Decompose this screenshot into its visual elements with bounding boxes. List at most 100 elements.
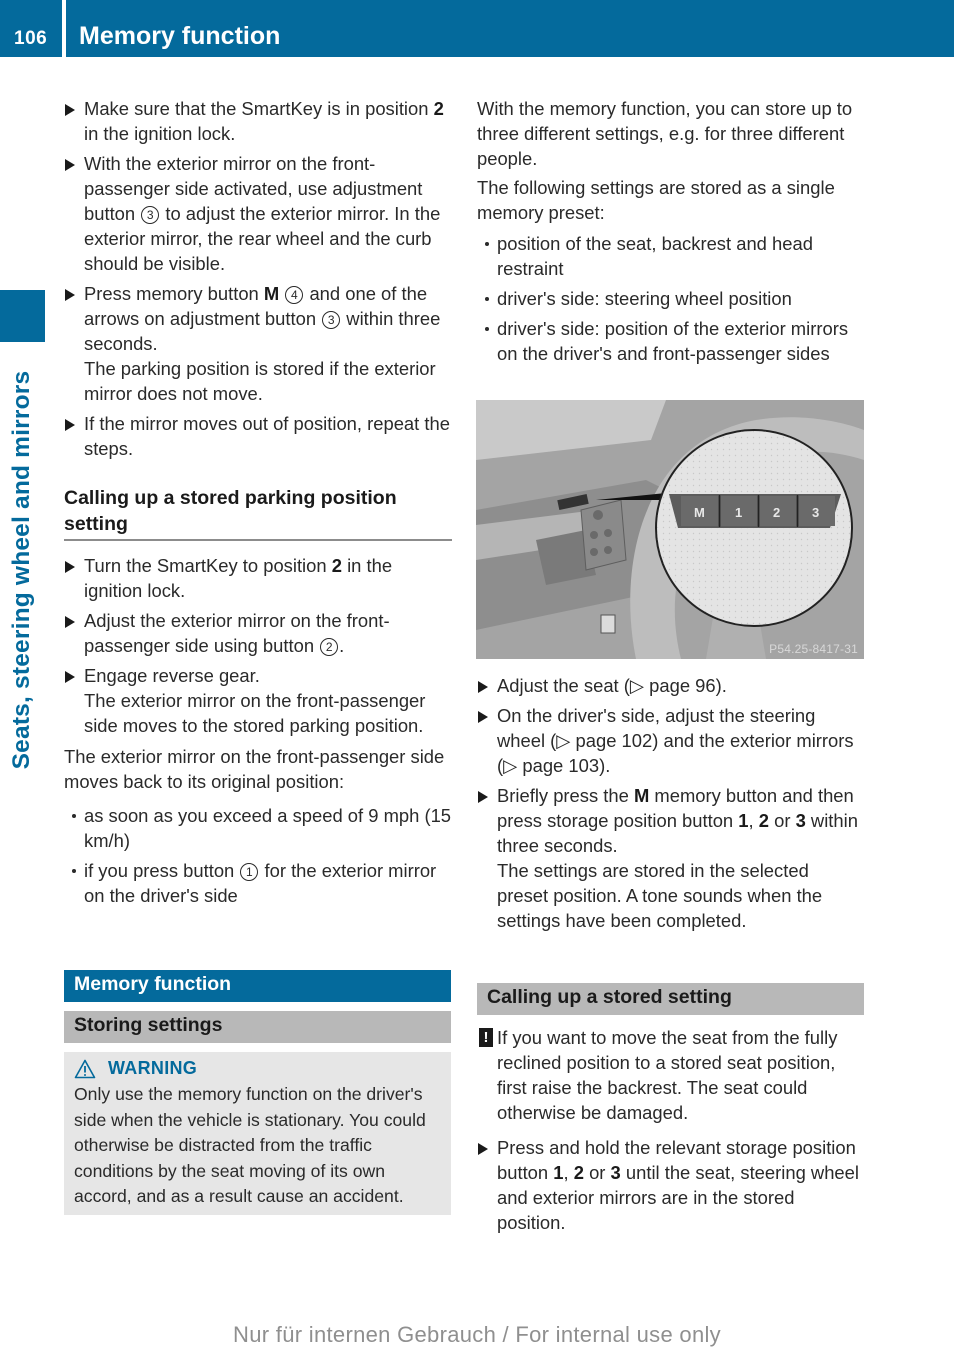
- return-intro: The exterior mirror on the front-passeng…: [64, 746, 445, 792]
- subheading-parking-recall: Calling up a stored parking position set…: [64, 485, 452, 541]
- step-arrow-icon: [65, 616, 75, 628]
- item-text: if you press button 1 for the exterior m…: [84, 860, 437, 906]
- item-text: Turn the SmartKey to position 2 in the i…: [84, 555, 393, 601]
- bullet-item: driver's side: steering wheel position: [477, 286, 865, 311]
- item-text: Press memory button M 4 and one of the a…: [84, 283, 441, 354]
- bold-value: 2: [331, 555, 342, 576]
- step-arrow-icon: [65, 159, 75, 171]
- right-column-steps: Adjust the seat (▷ page 96). On the drive…: [477, 673, 865, 938]
- instruction-step: Make sure that the SmartKey is in positi…: [64, 96, 452, 146]
- fig-button-2: 2: [773, 505, 780, 520]
- exclamation-icon: !: [479, 1028, 493, 1047]
- item-text: position of the seat, backrest and head …: [497, 233, 813, 279]
- subsection-title-storing-settings: Storing settings: [64, 1011, 451, 1043]
- instruction-step: On the driver's side, adjust the steerin…: [477, 703, 865, 778]
- step-arrow-icon: [65, 104, 75, 116]
- step-arrow-icon: [478, 681, 488, 693]
- item-text: driver's side: position of the exterior …: [497, 318, 849, 364]
- bullet-item: position of the seat, backrest and head …: [477, 231, 865, 281]
- steps-parking-recall: Turn the SmartKey to position 2 in the i…: [64, 553, 452, 738]
- item-text: Press and hold the relevant storage posi…: [497, 1137, 859, 1233]
- bold-value: M: [263, 283, 280, 304]
- stored-settings-intro: The following settings are stored as a s…: [477, 177, 835, 223]
- bold-value: 3: [795, 810, 806, 831]
- bullet-dot-icon: [485, 297, 489, 301]
- step-result: The exterior mirror on the front-passeng…: [84, 690, 426, 736]
- instruction-step: Briefly press the M memory button and th…: [477, 783, 865, 933]
- warning-text: Only use the memory function on the driv…: [74, 1084, 426, 1206]
- instruction-step: Adjust the exterior mirror on the front-…: [64, 608, 452, 658]
- subsection-title-calling-up: Calling up a stored setting: [477, 983, 864, 1015]
- step-arrow-icon: [478, 711, 488, 723]
- step-arrow-icon: [478, 1143, 488, 1155]
- step-result: The parking position is stored if the ex…: [84, 358, 436, 404]
- bold-value: 1: [553, 1162, 564, 1183]
- callout-number-2: 2: [320, 638, 339, 656]
- stored-settings-list: position of the seat, backrest and head …: [477, 231, 865, 366]
- warning-header: WARNING: [74, 1056, 441, 1082]
- bullet-item: as soon as you exceed a speed of 9 mph (…: [64, 803, 452, 853]
- bold-value: 2: [433, 98, 444, 119]
- steps-parking-store: Make sure that the SmartKey is in positi…: [64, 96, 452, 461]
- warning-box: WARNING Only use the memory function on …: [64, 1052, 451, 1215]
- left-column: Make sure that the SmartKey is in positi…: [64, 96, 452, 913]
- bold-value: 1: [738, 810, 749, 831]
- steps-recall-setting: Press and hold the relevant storage posi…: [477, 1135, 867, 1240]
- step-arrow-icon: [478, 791, 488, 803]
- right-column: With the memory function, you can store …: [477, 96, 865, 371]
- page-number: 106: [14, 28, 48, 49]
- bullet-dot-icon: [485, 327, 489, 331]
- instruction-step: Press and hold the relevant storage posi…: [477, 1135, 867, 1235]
- instruction-step: Press memory button M 4 and one of the a…: [64, 281, 452, 406]
- instruction-step: If the mirror moves out of position, rep…: [64, 411, 452, 461]
- step-arrow-icon: [65, 561, 75, 573]
- return-conditions: as soon as you exceed a speed of 9 mph (…: [64, 803, 452, 908]
- fig-button-1: 1: [735, 505, 742, 520]
- chapter-label: Seats, steering wheel and mirrors: [8, 370, 35, 770]
- header-divider: [62, 0, 66, 57]
- steps-store-settings: Adjust the seat (▷ page 96). On the drive…: [477, 673, 865, 933]
- step-arrow-icon: [65, 671, 75, 683]
- instruction-step: With the exterior mirror on the front-pa…: [64, 151, 452, 276]
- bullet-dot-icon: [72, 869, 76, 873]
- memory-intro: With the memory function, you can store …: [477, 98, 853, 169]
- step-arrow-icon: [65, 419, 75, 431]
- memory-buttons-illustration: M 1 2 3 P54.25-8417-31: [476, 400, 864, 659]
- callout-number-3: 3: [322, 311, 341, 329]
- caution-note: ! If you want to move the seat from the …: [477, 1025, 867, 1125]
- instruction-step: Engage reverse gear. The exterior mirror …: [64, 663, 452, 738]
- callout-number-3: 3: [141, 206, 160, 224]
- bullet-item: if you press button 1 for the exterior m…: [64, 858, 452, 908]
- bold-value: 3: [610, 1162, 621, 1183]
- page-title: Memory function: [79, 22, 281, 50]
- item-text: With the exterior mirror on the front-pa…: [84, 153, 441, 274]
- bullet-dot-icon: [485, 242, 489, 246]
- item-text: Adjust the exterior mirror on the front-…: [84, 610, 390, 656]
- interior-drawing: M 1 2 3: [476, 400, 864, 659]
- item-text: as soon as you exceed a speed of 9 mph (…: [84, 805, 452, 851]
- internal-use-watermark: Nur für internen Gebrauch / For internal…: [233, 1322, 721, 1347]
- bullet-dot-icon: [72, 814, 76, 818]
- item-text: Engage reverse gear.: [84, 665, 260, 686]
- fig-button-3: 3: [812, 505, 819, 520]
- memory-button-strip: M 1 2 3: [681, 495, 835, 527]
- bold-value: 2: [573, 1162, 584, 1183]
- callout-number-1: 1: [240, 863, 259, 881]
- step-arrow-icon: [65, 289, 75, 301]
- warning-triangle-icon: [74, 1059, 96, 1079]
- instruction-step: Adjust the seat (▷ page 96).: [477, 673, 865, 698]
- item-text: driver's side: steering wheel position: [497, 288, 792, 309]
- chapter-tab-marker: [0, 290, 45, 342]
- warning-label: WARNING: [108, 1058, 198, 1079]
- item-text: Make sure that the SmartKey is in positi…: [84, 98, 444, 144]
- step-result: The settings are stored in the selected …: [497, 860, 823, 931]
- figure-code: P54.25-8417-31: [769, 642, 858, 656]
- instruction-step: Turn the SmartKey to position 2 in the i…: [64, 553, 452, 603]
- bullet-item: driver's side: position of the exterior …: [477, 316, 865, 366]
- callout-number-4: 4: [285, 286, 304, 304]
- bold-value: 2: [758, 810, 769, 831]
- item-text: Briefly press the M memory button and th…: [497, 785, 858, 856]
- item-text: On the driver's side, adjust the steerin…: [497, 705, 854, 776]
- caution-note-text: If you want to move the seat from the fu…: [497, 1027, 838, 1123]
- bold-value: M: [633, 785, 650, 806]
